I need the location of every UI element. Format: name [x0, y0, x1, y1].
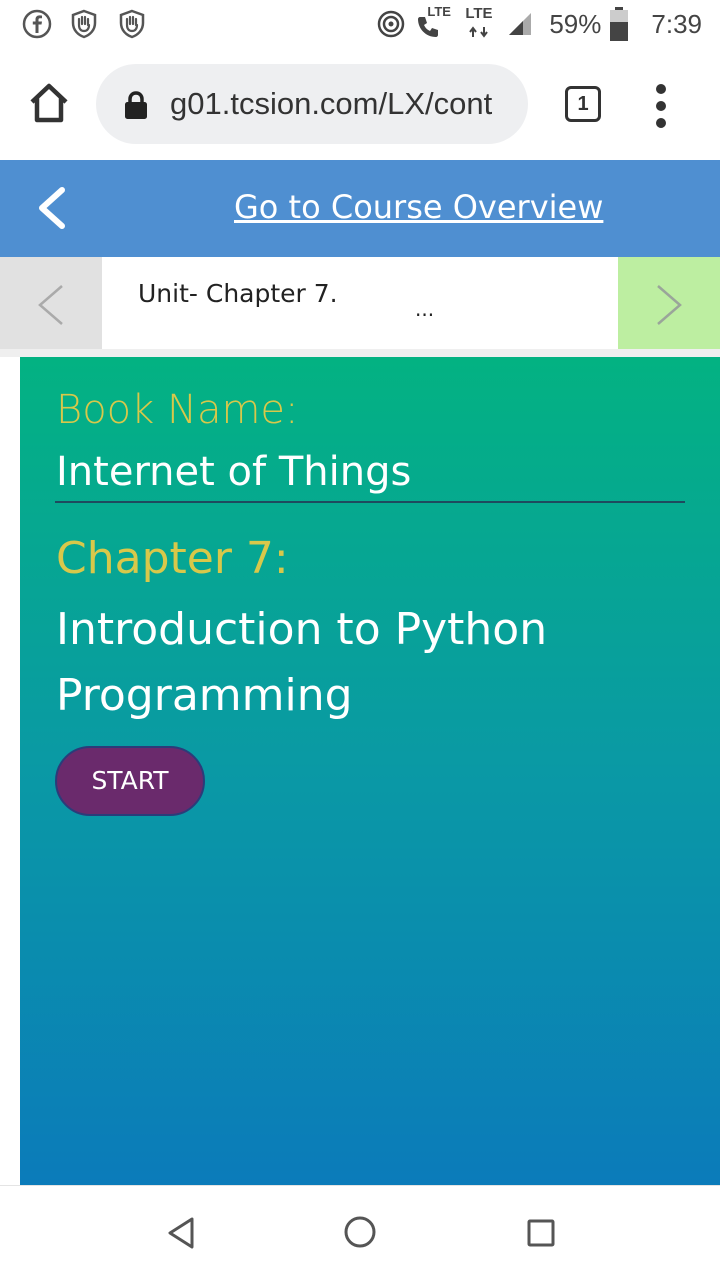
- hotspot-icon: [378, 10, 405, 38]
- shield-hand-icon: [71, 9, 97, 39]
- home-button[interactable]: [26, 80, 72, 126]
- tab-switcher-button[interactable]: 1: [565, 86, 601, 122]
- url-text: g01.tcsion.com/LX/cont: [170, 86, 493, 121]
- home-circle-icon: [344, 1216, 376, 1248]
- battery-icon: [610, 7, 629, 41]
- chevron-left-icon: [38, 285, 63, 325]
- previous-unit-button[interactable]: [0, 257, 102, 349]
- screen: LTE LTE 59% 7:39 g01.tcsion.com/LX/cont …: [0, 0, 720, 1280]
- book-name: Internet of Things: [56, 449, 412, 495]
- browser-toolbar: g01.tcsion.com/LX/cont 1: [0, 48, 720, 160]
- unit-title: Unit- Chapter 7.: [138, 279, 338, 308]
- facebook-icon: [22, 9, 52, 39]
- nav-divider: [0, 349, 720, 357]
- system-indicators: LTE LTE 59% 7:39: [375, 4, 702, 42]
- menu-dot: [656, 101, 666, 111]
- next-unit-button[interactable]: [618, 257, 720, 349]
- lte-data-label: LTE: [465, 5, 493, 22]
- shield-hand-icon: [119, 9, 145, 39]
- battery-percent: 59%: [549, 8, 602, 39]
- lock-icon: [125, 91, 147, 119]
- chapter-label: Chapter 7:: [56, 533, 289, 584]
- lte-data-indicator: LTE: [463, 6, 499, 42]
- system-back-button[interactable]: [166, 1216, 196, 1254]
- menu-dot: [656, 118, 666, 128]
- chapter-title: Introduction to Python Programming: [56, 604, 548, 721]
- status-bar: LTE LTE 59% 7:39: [0, 0, 720, 48]
- system-navigation-bar: [0, 1185, 720, 1280]
- book-name-label: Book Name:: [56, 387, 299, 433]
- recents-square-icon: [527, 1219, 555, 1247]
- clock: 7:39: [651, 8, 702, 39]
- menu-dot: [656, 84, 666, 94]
- data-arrows-icon: [469, 26, 489, 38]
- address-bar[interactable]: g01.tcsion.com/LX/cont: [96, 64, 528, 144]
- chevron-left-icon: [39, 187, 65, 229]
- chapter-card: Book Name: Internet of Things Chapter 7:…: [20, 357, 720, 1185]
- signal-icon: [509, 13, 532, 35]
- more-vert-icon[interactable]: [651, 84, 671, 128]
- unit-title-overflow: ...: [415, 297, 435, 321]
- unit-navigation: Unit- Chapter 7. ...: [0, 257, 720, 349]
- system-home-button[interactable]: [343, 1215, 377, 1253]
- home-icon: [30, 83, 68, 123]
- course-overview-link[interactable]: Go to Course Overview: [234, 188, 603, 226]
- lte-call-label: LTE: [427, 4, 451, 19]
- chevron-right-icon: [657, 285, 682, 325]
- divider: [55, 501, 685, 503]
- course-header: Go to Course Overview: [0, 160, 720, 257]
- back-triangle-icon: [168, 1217, 194, 1249]
- start-button[interactable]: START: [55, 746, 205, 816]
- back-button[interactable]: [34, 186, 68, 234]
- wifi-calling-indicator: LTE: [415, 4, 455, 42]
- system-recents-button[interactable]: [526, 1218, 556, 1252]
- notification-icons: [22, 8, 148, 40]
